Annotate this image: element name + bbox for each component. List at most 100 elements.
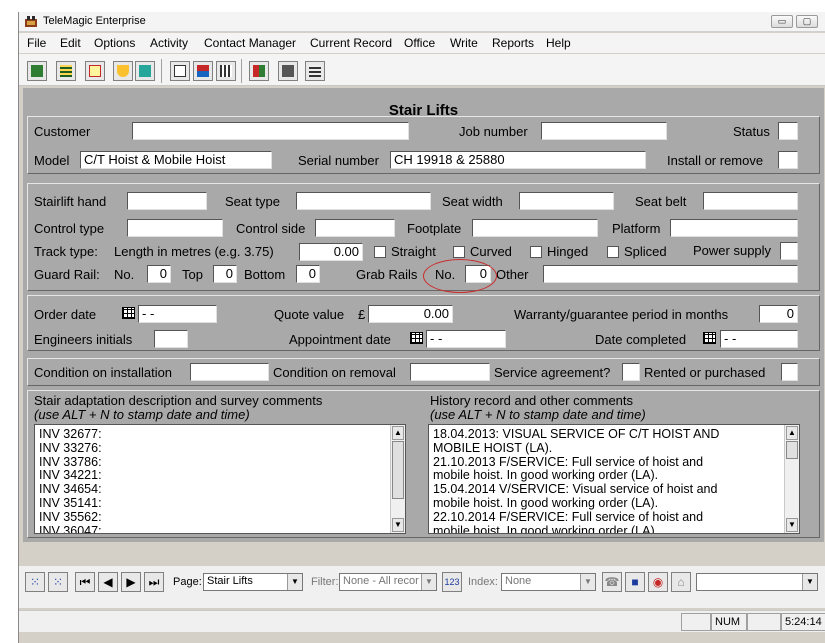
calculator-button[interactable] — [278, 61, 298, 81]
status-field[interactable] — [778, 122, 798, 140]
model-field[interactable]: C/T Hoist & Mobile Hoist — [80, 151, 272, 169]
globe-button[interactable]: ◉ — [648, 572, 668, 592]
scroll-thumb[interactable] — [392, 441, 404, 499]
seat-type-field[interactable] — [296, 192, 431, 210]
serial-number-field[interactable]: CH 19918 & 25880 — [390, 151, 646, 169]
curved-checkbox[interactable] — [453, 246, 465, 258]
chevron-down-icon[interactable]: ▼ — [802, 574, 817, 590]
other-field[interactable] — [543, 265, 798, 283]
menu-write[interactable]: Write — [450, 36, 478, 50]
menu-edit[interactable]: Edit — [60, 36, 81, 50]
platform-field[interactable] — [670, 219, 798, 237]
footplate-field[interactable] — [472, 219, 598, 237]
scroll-up-icon[interactable]: ▲ — [786, 426, 798, 440]
hinged-checkbox[interactable] — [530, 246, 542, 258]
menu-office[interactable]: Office — [404, 36, 435, 50]
right-memo-scrollbar[interactable]: ▲ ▼ — [784, 425, 799, 533]
list-button[interactable] — [216, 61, 236, 81]
last-record-button[interactable]: ⏭ — [144, 572, 164, 592]
report-button[interactable] — [305, 61, 325, 81]
menu-options[interactable]: Options — [94, 36, 135, 50]
warranty-field[interactable]: 0 — [759, 305, 798, 323]
spellcheck-button[interactable] — [193, 61, 213, 81]
new-record-button[interactable] — [85, 61, 105, 81]
left-memo-scrollbar[interactable]: ▲ ▼ — [390, 425, 405, 533]
engineers-initials-field[interactable] — [154, 330, 188, 348]
length-field[interactable]: 0.00 — [299, 243, 363, 261]
seat-belt-field[interactable] — [703, 192, 798, 210]
scroll-down-icon[interactable]: ▼ — [392, 518, 404, 532]
minimize-button[interactable]: ▭ — [771, 15, 793, 28]
history-record-memo[interactable]: 18.04.2013: VISUAL SERVICE OF C/T HOIST … — [428, 424, 800, 534]
quote-value-field[interactable]: 0.00 — [368, 305, 453, 323]
menu-reports[interactable]: Reports — [492, 36, 534, 50]
sort-button[interactable]: 123 — [442, 572, 462, 592]
date-completed-label: Date completed — [595, 332, 687, 347]
order-date-field[interactable]: - - — [138, 305, 217, 323]
power-supply-field[interactable] — [780, 242, 798, 260]
globe-icon: ◉ — [652, 575, 664, 589]
next-record-button[interactable]: ▶ — [121, 572, 141, 592]
scroll-down-icon[interactable]: ▼ — [786, 518, 798, 532]
stairlift-hand-field[interactable] — [127, 192, 207, 210]
spliced-checkbox[interactable] — [607, 246, 619, 258]
list-view-button[interactable]: ⁙ — [48, 572, 68, 592]
calculator-grid-button[interactable] — [135, 61, 155, 81]
power-supply-label: Power supply — [693, 243, 772, 258]
guard-rail-no-field[interactable]: 0 — [147, 265, 171, 283]
menu-current-record[interactable]: Current Record — [310, 36, 392, 50]
document-button[interactable] — [170, 61, 190, 81]
menu-file[interactable]: File — [27, 36, 46, 50]
window-title: TeleMagic Enterprise — [43, 15, 146, 27]
condition-removal-field[interactable] — [410, 363, 490, 381]
quote-value-label: Quote value — [274, 307, 345, 322]
customer-field[interactable] — [132, 122, 409, 140]
home-button[interactable]: ⌂ — [671, 572, 691, 592]
control-side-field[interactable] — [315, 219, 395, 237]
hinged-label: Hinged — [547, 244, 589, 259]
service-agreement-field[interactable] — [622, 363, 640, 381]
filter-select[interactable]: None - All recor ▼ — [339, 573, 437, 591]
previous-record-button[interactable]: ◀ — [98, 572, 118, 592]
install-or-remove-field[interactable] — [778, 151, 798, 169]
job-number-field[interactable] — [541, 122, 667, 140]
straight-checkbox[interactable] — [374, 246, 386, 258]
menu-help[interactable]: Help — [546, 36, 571, 50]
save-button[interactable]: ■ — [625, 572, 645, 592]
quick-search-select[interactable]: ▼ — [696, 573, 818, 591]
contacts-button[interactable] — [27, 61, 47, 81]
guard-rail-bottom-field[interactable]: 0 — [296, 265, 320, 283]
chevron-down-icon[interactable]: ▼ — [287, 574, 302, 590]
condition-installation-field[interactable] — [190, 363, 269, 381]
date-completed-field[interactable]: - - — [720, 330, 798, 348]
appointment-calendar-icon[interactable] — [410, 332, 423, 344]
menu-activity[interactable]: Activity — [150, 36, 188, 50]
maximize-button[interactable]: ▢ — [796, 15, 818, 28]
guard-rail-top-field[interactable]: 0 — [213, 265, 237, 283]
index-select[interactable]: None ▼ — [501, 573, 596, 591]
memo-line: 21.10.2013 F/SERVICE: Full service of ho… — [433, 454, 704, 469]
filter-button[interactable] — [113, 61, 133, 81]
appointment-date-field[interactable]: - - — [426, 330, 506, 348]
notes-button[interactable] — [56, 61, 76, 81]
menu-contact-manager[interactable]: Contact Manager — [204, 36, 296, 50]
rented-purchased-field[interactable] — [781, 363, 798, 381]
chevron-down-icon[interactable]: ▼ — [580, 574, 595, 590]
swap-button[interactable] — [249, 61, 269, 81]
record-view-button[interactable]: ⁙ — [25, 572, 45, 592]
control-type-label: Control type — [34, 221, 105, 236]
stair-adaptation-memo[interactable]: INV 32677: INV 33276: INV 33786: INV 342… — [34, 424, 406, 534]
seat-width-field[interactable] — [519, 192, 614, 210]
scroll-thumb[interactable] — [786, 441, 798, 459]
first-record-button[interactable]: ⏮ — [75, 572, 95, 592]
condition-installation-label: Condition on installation — [34, 365, 173, 380]
seat-belt-label: Seat belt — [635, 194, 687, 209]
scroll-up-icon[interactable]: ▲ — [392, 426, 404, 440]
control-type-field[interactable] — [127, 219, 223, 237]
order-date-calendar-icon[interactable] — [122, 307, 135, 319]
phone-button[interactable]: ☎ — [602, 572, 622, 592]
chevron-down-icon[interactable]: ▼ — [421, 574, 436, 590]
page-select[interactable]: Stair Lifts ▼ — [203, 573, 303, 591]
completed-calendar-icon[interactable] — [703, 332, 716, 344]
serial-number-label: Serial number — [298, 153, 379, 168]
